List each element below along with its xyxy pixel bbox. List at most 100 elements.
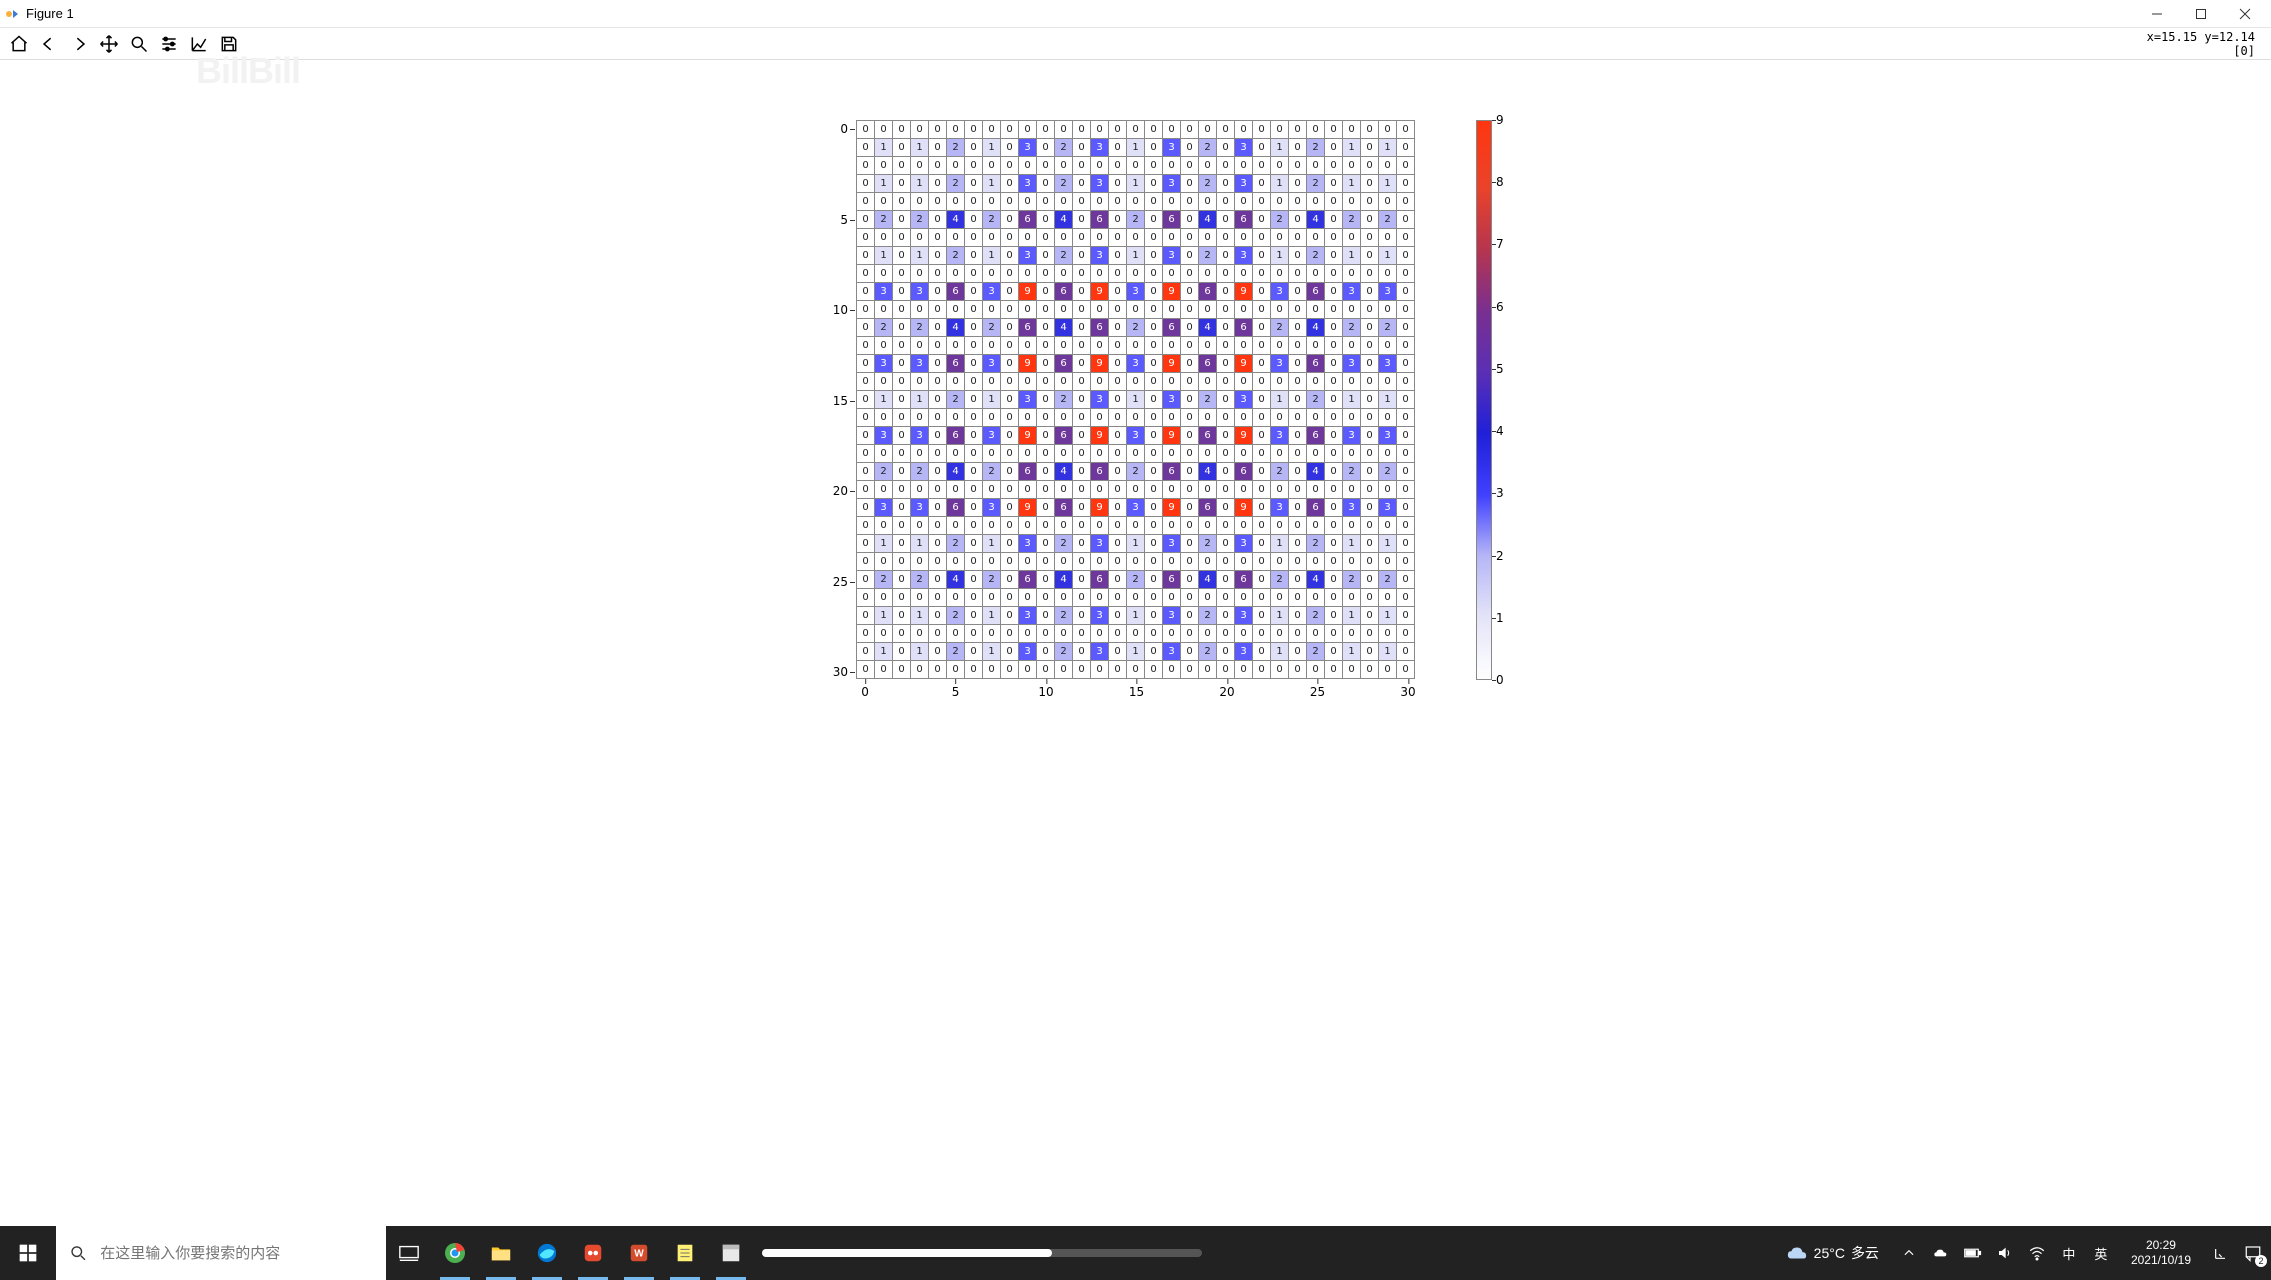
heatmap-cell: 0 [983,445,1001,463]
heatmap-cell: 0 [1001,553,1019,571]
heatmap-cell: 9 [1019,283,1037,301]
ime-sub[interactable]: 英 [2089,1241,2113,1265]
heatmap-cell: 0 [1271,373,1289,391]
heatmap-cell: 0 [1235,661,1253,679]
maximize-button[interactable] [2179,0,2223,28]
tray-volume-icon[interactable] [1993,1241,2017,1265]
heatmap-cell: 0 [1109,427,1127,445]
taskbar-app-notes[interactable] [662,1226,708,1280]
heatmap-cell: 0 [1055,481,1073,499]
media-progress[interactable] [762,1249,1202,1257]
heatmap-cell: 0 [1253,535,1271,553]
tray-chevron-up-icon[interactable] [1897,1241,1921,1265]
heatmap-cell: 0 [929,211,947,229]
heatmap-cell: 0 [1235,337,1253,355]
heatmap-cell: 0 [1073,319,1091,337]
tray-tablet-icon[interactable] [2209,1241,2233,1265]
save-figure-button[interactable] [214,30,244,58]
heatmap-cell: 0 [1361,175,1379,193]
heatmap-cell: 1 [875,391,893,409]
task-view-button[interactable] [386,1226,432,1280]
start-button[interactable] [0,1226,56,1280]
heatmap-cell: 0 [1019,265,1037,283]
heatmap-cell: 4 [947,463,965,481]
heatmap-cell: 0 [1217,571,1235,589]
tray-battery-icon[interactable] [1961,1241,1985,1265]
taskbar-app-explorer[interactable] [478,1226,524,1280]
tray-wifi-icon[interactable] [2025,1241,2049,1265]
taskbar-app-edge[interactable] [524,1226,570,1280]
taskbar-app-red[interactable] [570,1226,616,1280]
heatmap-cell: 0 [947,409,965,427]
heatmap-cell: 0 [929,355,947,373]
taskbar-app-generic[interactable] [708,1226,754,1280]
heatmap-cell: 0 [875,661,893,679]
heatmap-cell: 0 [1379,301,1397,319]
heatmap-cell: 0 [1217,139,1235,157]
zoom-button[interactable] [124,30,154,58]
taskbar-app-chrome[interactable] [432,1226,478,1280]
heatmap-cell: 0 [1073,229,1091,247]
heatmap-cell: 0 [1055,157,1073,175]
heatmap-cell: 2 [875,463,893,481]
taskbar-search[interactable] [56,1226,386,1280]
weather-desc: 多云 [1851,1243,1879,1263]
x-tick: 30 [1400,685,1415,699]
heatmap-cell: 6 [1235,571,1253,589]
heatmap-cell: 0 [1253,517,1271,535]
heatmap-cell: 0 [875,373,893,391]
tray-onedrive-icon[interactable] [1929,1241,1953,1265]
back-button[interactable] [34,30,64,58]
heatmap-cell: 1 [1343,643,1361,661]
heatmap-cell: 0 [1289,553,1307,571]
heatmap-cell: 3 [1343,283,1361,301]
heatmap-cell: 3 [1235,607,1253,625]
heatmap-cell: 0 [893,157,911,175]
heatmap-cell: 0 [1325,607,1343,625]
heatmap-cell: 0 [1055,193,1073,211]
heatmap-cell: 0 [1145,319,1163,337]
heatmap-cell: 0 [1037,571,1055,589]
home-button[interactable] [4,30,34,58]
heatmap-cell: 0 [1181,157,1199,175]
heatmap-cell: 0 [1397,211,1415,229]
pan-button[interactable] [94,30,124,58]
heatmap-cell: 0 [875,337,893,355]
heatmap-cell: 0 [1325,643,1343,661]
taskbar-clock[interactable]: 20:29 2021/10/19 [2121,1238,2201,1268]
heatmap-cell: 0 [857,391,875,409]
ime-lang[interactable]: 中 [2057,1241,2081,1265]
heatmap-cell: 0 [1289,517,1307,535]
search-input[interactable] [98,1244,372,1263]
heatmap-cell: 1 [1343,247,1361,265]
heatmap-cell: 0 [893,625,911,643]
close-button[interactable] [2223,0,2267,28]
heatmap-cell: 0 [1109,553,1127,571]
edit-axes-button[interactable] [184,30,214,58]
heatmap-cell: 0 [1325,589,1343,607]
heatmap-cell: 0 [1037,283,1055,301]
forward-button[interactable] [64,30,94,58]
configure-subplots-button[interactable] [154,30,184,58]
heatmap-cell: 0 [857,265,875,283]
notification-button[interactable]: 2 [2241,1241,2265,1265]
heatmap-cell: 0 [1397,571,1415,589]
heatmap-cell: 3 [1091,391,1109,409]
heatmap-cell: 0 [893,661,911,679]
heatmap-cell: 2 [1055,535,1073,553]
weather-widget[interactable]: 25°C 多云 [1776,1242,1889,1264]
heatmap-cell: 0 [1397,175,1415,193]
heatmap-cell: 0 [1253,463,1271,481]
x-tick: 20 [1219,685,1234,699]
heatmap-cell: 0 [893,607,911,625]
heatmap-cell: 0 [1055,373,1073,391]
cloud-icon [1786,1242,1808,1264]
heatmap-cell: 0 [1109,445,1127,463]
heatmap-cell: 0 [1307,553,1325,571]
heatmap-cell: 0 [1181,229,1199,247]
heatmap-cell: 0 [1181,571,1199,589]
taskbar-app-wps[interactable]: W [616,1226,662,1280]
heatmap-cell: 0 [1361,517,1379,535]
minimize-button[interactable] [2135,0,2179,28]
heatmap-cell: 0 [1091,193,1109,211]
